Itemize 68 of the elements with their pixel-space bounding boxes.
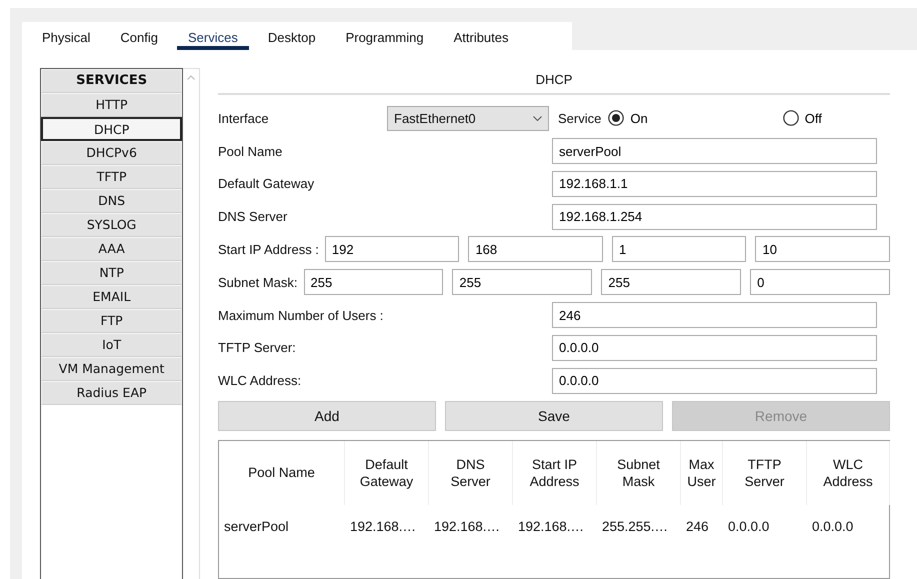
chevron-icon [533, 116, 542, 121]
input-field[interactable]: 0.0.0.0 [552, 334, 877, 361]
panel-title: DHCP [218, 68, 890, 96]
radio-button[interactable]: On [608, 110, 648, 126]
sidebar-item[interactable]: DHCPv6 [41, 141, 182, 165]
tab[interactable]: Config [109, 22, 169, 50]
sidebar-item[interactable]: EMAIL [41, 285, 182, 309]
octet-field[interactable]: 168 [468, 236, 603, 262]
action-button[interactable]: Add [218, 400, 436, 431]
tab[interactable]: Attributes [442, 22, 520, 50]
table-cell-text: 192.168.… [349, 518, 418, 536]
table-cell-text: 192.168.… [433, 518, 502, 536]
octet-field[interactable]: 1 [612, 236, 746, 262]
tab[interactable]: Physical [31, 22, 102, 50]
table-cell-text: 255.255.… [601, 518, 670, 536]
list-header: SERVICES [41, 69, 182, 93]
field-label: Interface [218, 110, 270, 126]
scrollbar[interactable] [183, 68, 200, 579]
input-field[interactable]: serverPool [552, 138, 877, 164]
action-button[interactable]: Save [445, 400, 663, 431]
column-header: TFTP Server [723, 440, 807, 505]
column-header: Subnet Mask [597, 440, 681, 505]
column-header: Max User [681, 440, 723, 505]
field-label: Start IP Address : [218, 242, 319, 257]
sidebar-item[interactable]: TFTP [41, 165, 182, 189]
radio-button[interactable]: Off [782, 110, 822, 126]
input-field[interactable]: 246 [552, 302, 877, 328]
column-header: DNS Server [429, 440, 513, 505]
tab[interactable]: Desktop [256, 22, 327, 50]
input-field[interactable]: 192.168.1.254 [552, 204, 877, 230]
sidebar-item[interactable]: HTTP [41, 93, 182, 117]
sidebar-item[interactable]: IoT [41, 333, 182, 357]
column-header: Default Gateway [345, 440, 429, 505]
input-field[interactable]: 192.168.1.1 [552, 170, 877, 197]
octet-field[interactable]: 0 [750, 269, 890, 296]
sidebar-item[interactable]: DHCP [41, 117, 182, 141]
interface-dropdown[interactable]: FastEthernet0 [387, 106, 549, 131]
octet-field[interactable]: 255 [601, 269, 742, 296]
sidebar-item[interactable]: AAA [41, 237, 182, 261]
sidebar-item[interactable]: NTP [41, 261, 182, 285]
column-header: WLC Address [807, 440, 890, 505]
field-label: DNS Server [218, 209, 288, 224]
table-cell-text: 0.0.0.0 [727, 518, 770, 536]
sidebar-item[interactable]: SYSLOG [41, 213, 182, 237]
table-cell-text: 246 [685, 518, 710, 536]
sidebar-item[interactable]: Radius EAP [41, 381, 182, 405]
table-cell-text: 0.0.0.0 [811, 518, 854, 536]
sidebar-item[interactable]: VM Management [41, 357, 182, 381]
field-label: Default Gateway [218, 176, 316, 192]
tab[interactable]: Programming [334, 22, 435, 50]
field-label: Service [558, 110, 602, 126]
table-cell-text: serverPool [223, 518, 290, 536]
column-header: Start IP Address [513, 440, 597, 505]
octet-field[interactable]: 10 [755, 236, 890, 262]
table-cell-text: 192.168.… [517, 518, 586, 536]
sidebar-item[interactable]: DNS [41, 189, 182, 213]
field-label: Subnet Mask: [218, 274, 298, 290]
octet-field[interactable]: 255 [452, 269, 592, 296]
input-field[interactable]: 0.0.0.0 [552, 368, 877, 394]
field-label: Pool Name [218, 144, 284, 159]
field-label: TFTP Server: [218, 340, 297, 356]
field-label: WLC Address: [218, 373, 302, 388]
column-header: Pool Name [219, 440, 345, 505]
field-label: Maximum Number of Users : [218, 308, 384, 323]
sidebar-item[interactable]: FTP [41, 309, 182, 333]
scroll-up-icon[interactable] [187, 75, 196, 80]
octet-field[interactable]: 192 [324, 236, 460, 262]
octet-field[interactable]: 255 [304, 269, 444, 296]
